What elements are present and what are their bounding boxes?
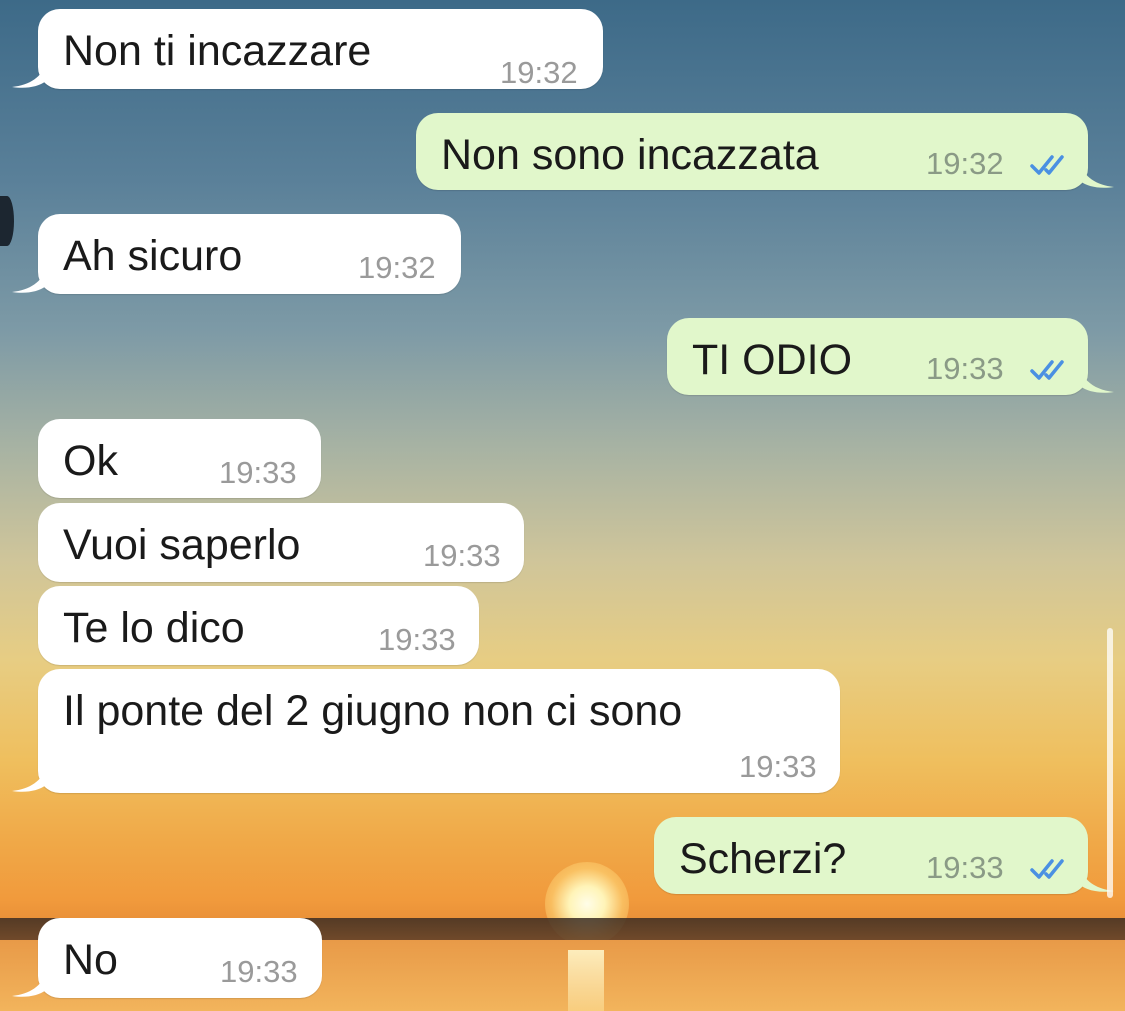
bubble-tail-icon — [1080, 368, 1114, 393]
message-text: Te lo dico — [63, 604, 245, 652]
double-check-icon — [1030, 859, 1064, 879]
message-text: Scherzi? — [679, 835, 847, 883]
message-timestamp: 19:33 — [378, 622, 456, 657]
message-text: Il ponte del 2 giugno non ci sono — [63, 687, 683, 735]
message-text: Ah sicuro — [63, 232, 243, 280]
scrollbar[interactable] — [1107, 628, 1113, 898]
message-text: Vuoi saperlo — [63, 521, 301, 569]
message-timestamp: 19:32 — [358, 250, 436, 285]
message-timestamp: 19:33 — [220, 954, 298, 989]
message-timestamp: 19:33 — [926, 351, 1004, 386]
bubble-tail-icon — [12, 63, 46, 88]
message-timestamp: 19:33 — [219, 455, 297, 490]
message-bubble-incoming[interactable]: Te lo dico 19:33 — [38, 586, 479, 665]
message-bubble-outgoing[interactable]: TI ODIO 19:33 — [667, 318, 1114, 395]
message-bubble-outgoing[interactable]: Scherzi? 19:33 — [654, 817, 1114, 894]
message-timestamp: 19:33 — [739, 749, 817, 784]
bubble-tail-icon — [12, 972, 46, 997]
message-timestamp: 19:33 — [423, 538, 501, 573]
bubble-tail-icon — [12, 767, 46, 792]
message-text: Non sono incazzata — [441, 131, 819, 179]
message-bubble-outgoing[interactable]: Non sono incazzata 19:32 — [416, 113, 1114, 190]
message-text: Non ti incazzare — [63, 27, 372, 75]
message-bubble-incoming[interactable]: Ah sicuro 19:32 — [12, 214, 461, 294]
double-check-icon — [1030, 360, 1064, 380]
message-text: No — [63, 936, 118, 984]
message-bubble-incoming[interactable]: Non ti incazzare 19:32 — [12, 9, 603, 90]
message-bubble-incoming[interactable]: Vuoi saperlo 19:33 — [38, 503, 524, 582]
message-text: Ok — [63, 437, 118, 485]
bubble-tail-icon — [1080, 163, 1114, 188]
double-check-icon — [1030, 155, 1064, 175]
message-timestamp: 19:32 — [500, 55, 578, 90]
sun-reflection-graphic — [568, 950, 604, 1011]
message-text: TI ODIO — [692, 336, 853, 384]
message-bubble-incoming[interactable]: No 19:33 — [12, 918, 322, 998]
bird-silhouette — [0, 196, 14, 246]
message-timestamp: 19:32 — [926, 146, 1004, 181]
message-bubble-incoming[interactable]: Ok 19:33 — [38, 419, 321, 498]
message-timestamp: 19:33 — [926, 850, 1004, 885]
bubble-tail-icon — [12, 268, 46, 293]
message-bubble-incoming[interactable]: Il ponte del 2 giugno non ci sono 19:33 — [12, 669, 840, 793]
